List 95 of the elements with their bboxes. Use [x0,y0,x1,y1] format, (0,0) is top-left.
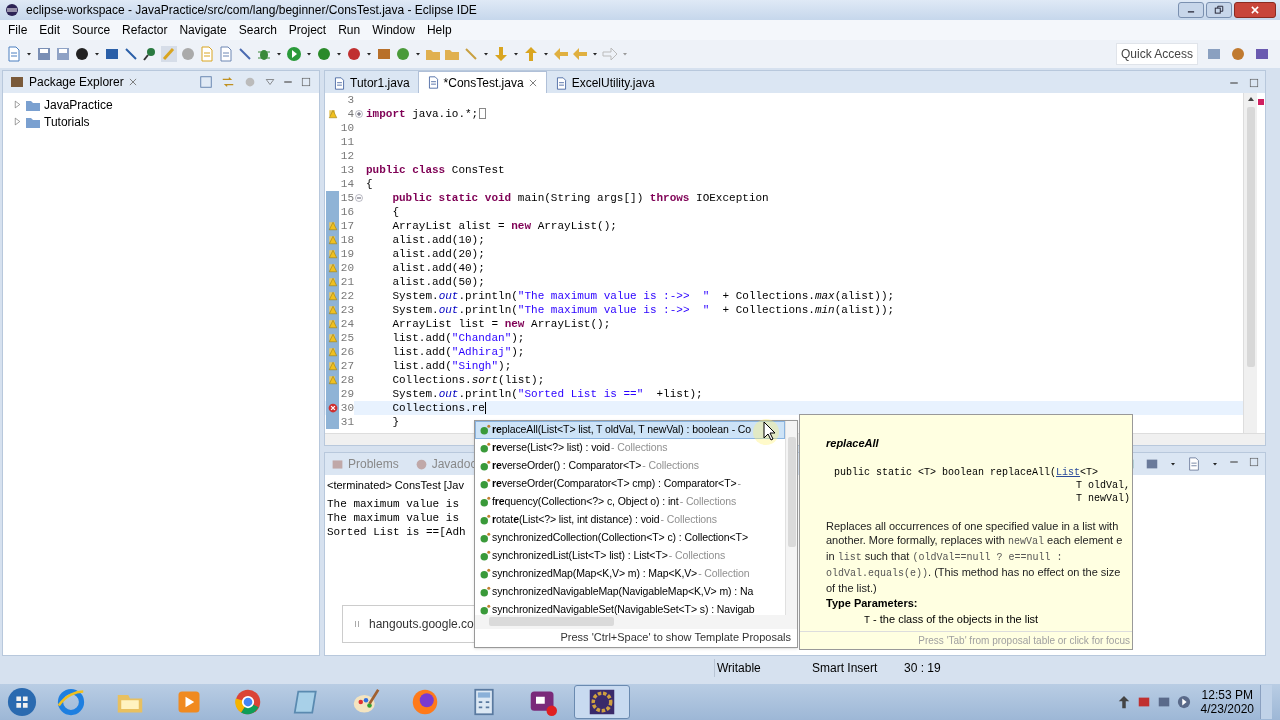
editor-tab[interactable]: *ConsTest.java [417,71,547,93]
collapse-icon[interactable] [355,194,363,202]
open-console-icon[interactable] [1187,457,1201,471]
clock-time[interactable]: 12:53 PM [1201,688,1253,702]
static-method-icon [479,604,491,615]
completion-item[interactable]: synchronizedNavigableMap(NavigableMap<K,V> m) : Na [475,583,785,601]
static-method-icon [479,460,491,472]
current-line-highlight: 30 Collections.re [325,401,1243,415]
menu-item[interactable]: Project [282,21,333,39]
collapse-all-icon[interactable] [199,75,213,89]
tree-item[interactable]: JavaPractice [3,96,319,113]
save-icon[interactable] [36,46,52,62]
console-output-line: The maximum value is [327,496,460,511]
window-title: eclipse-workspace - JavaPractice/src/com/lang/beginner/ConsTest.java - Eclipse IDE [26,2,477,19]
completion-hint: Press 'Ctrl+Space' to show Template Proposals [560,629,792,645]
warning-icon [328,109,338,119]
maximize-icon[interactable] [301,77,311,87]
console-header: <terminated> ConsTest [Jav [326,478,464,493]
menu-item[interactable]: Window [366,21,421,39]
app-icon [411,688,439,716]
completion-item[interactable]: frequency(Collection<?> c, Object o) : int- Collections [475,493,785,511]
quick-access-field[interactable]: Quick Access [1115,43,1198,65]
static-method-icon [479,550,491,562]
type-parameter-text: T - the class of the objects in the list [863,612,1039,628]
run-icon[interactable] [286,46,302,62]
restore-icon [1214,5,1224,15]
restore-button[interactable] [1206,2,1232,18]
completion-item[interactable]: synchronizedNavigableSet(NavigableSet<T> s) : Navigab [475,601,785,615]
minimize-button[interactable] [1178,2,1204,18]
document-icon[interactable] [218,46,234,62]
completion-item[interactable]: rotate(List<?> list, int distance) : void- Collections [475,511,785,529]
javadoc-title: replaceAll [826,436,879,451]
completion-item[interactable]: synchronizedMap(Map<K,V> m) : Map<K,V>- Collection [475,565,785,583]
menu-item[interactable]: Edit [33,21,67,39]
java-file-icon [554,76,568,90]
maximize-icon[interactable] [1249,457,1259,467]
console-output-line: Sorted List is ==[Adh [327,524,466,539]
javadoc-description: Replaces all occurrences of one specified value in a list with another. More formally, replaces with newVal each element e in list such that (oldVal==null ? e==null : oldVal.equals(e)). (This method has no effect on the size of the list.) [826,518,1124,595]
status-position: 30 : 19 [904,660,941,677]
console-output-line: The maximum value is [327,510,460,525]
completion-item[interactable]: synchronizedCollection(Collection<T> c) : Collection<T> [475,529,785,547]
maximize-icon[interactable] [1249,78,1259,88]
text-cursor [484,401,486,414]
tree-item[interactable]: Tutorials [3,113,319,130]
completion-item[interactable]: synchronizedList(List<T> list) : List<T>- Collections [475,547,785,565]
app-icon [588,688,616,716]
scroll-up-icon[interactable] [1246,95,1255,103]
signature-line: T newVal) [1075,491,1130,505]
menu-item[interactable]: Refactor [116,21,174,39]
close-icon[interactable] [127,77,138,87]
static-method-icon [479,424,491,436]
vertical-scrollbar[interactable] [1243,93,1257,433]
taskbar-button[interactable] [574,685,630,719]
java-file-icon [333,76,346,90]
type-parameters-heading: Type Parameters: [826,595,918,611]
close-icon[interactable] [527,77,538,88]
app-icon [234,688,262,716]
tray-icon[interactable] [1116,695,1131,709]
view-menu-icon[interactable] [265,77,275,87]
show-desktop-button[interactable] [1260,685,1272,719]
static-method-icon [479,568,491,580]
menu-item[interactable]: Navigate [173,21,233,39]
static-method-icon [479,496,491,508]
signature-line: public static <T> boolean replaceAll(List<T> [833,465,1099,479]
static-method-icon [479,514,491,526]
static-method-icon [479,532,491,544]
static-method-icon [479,586,491,598]
menu-item[interactable]: Help [420,21,458,39]
completion-item[interactable]: reverse(List<?> list) : void- Collections [475,439,785,457]
eclipse-logo-icon [4,2,20,18]
page-icon[interactable] [199,46,215,62]
static-method-icon [479,442,491,454]
link-icon[interactable] [221,75,235,89]
notification-text: hangouts.google.co [369,616,474,633]
close-icon [1250,5,1260,15]
close-button[interactable] [1234,2,1276,18]
menu-item[interactable]: Run [332,21,367,39]
static-method-icon [479,478,491,490]
completion-item[interactable]: replaceAll(List<T> list, T oldVal, T newVal) : boolean - Co [475,421,785,439]
java-file-icon [426,76,440,89]
expand-icon[interactable] [355,110,363,118]
completion-item[interactable]: reverseOrder(Comparator<T> cmp) : Comparator<T>- [475,475,785,493]
vertical-scrollbar[interactable] [785,421,797,615]
app-icon [57,688,85,716]
menu-item[interactable]: File [2,21,34,39]
folded-code-icon[interactable] [479,108,487,120]
javadoc-hint: Press 'Tab' from proposal table or click for focus [918,634,1130,648]
status-mode: Writable [714,659,812,677]
menu-item[interactable]: Source [66,21,117,39]
status-insert-mode: Smart Insert [812,660,879,677]
signature-line: T oldVal, [1075,478,1130,492]
start-orb-icon [7,687,37,717]
clock-date[interactable]: 4/23/2020 [1200,702,1254,716]
menu-item[interactable]: Search [232,21,283,39]
horizontal-scrollbar[interactable] [475,614,797,629]
